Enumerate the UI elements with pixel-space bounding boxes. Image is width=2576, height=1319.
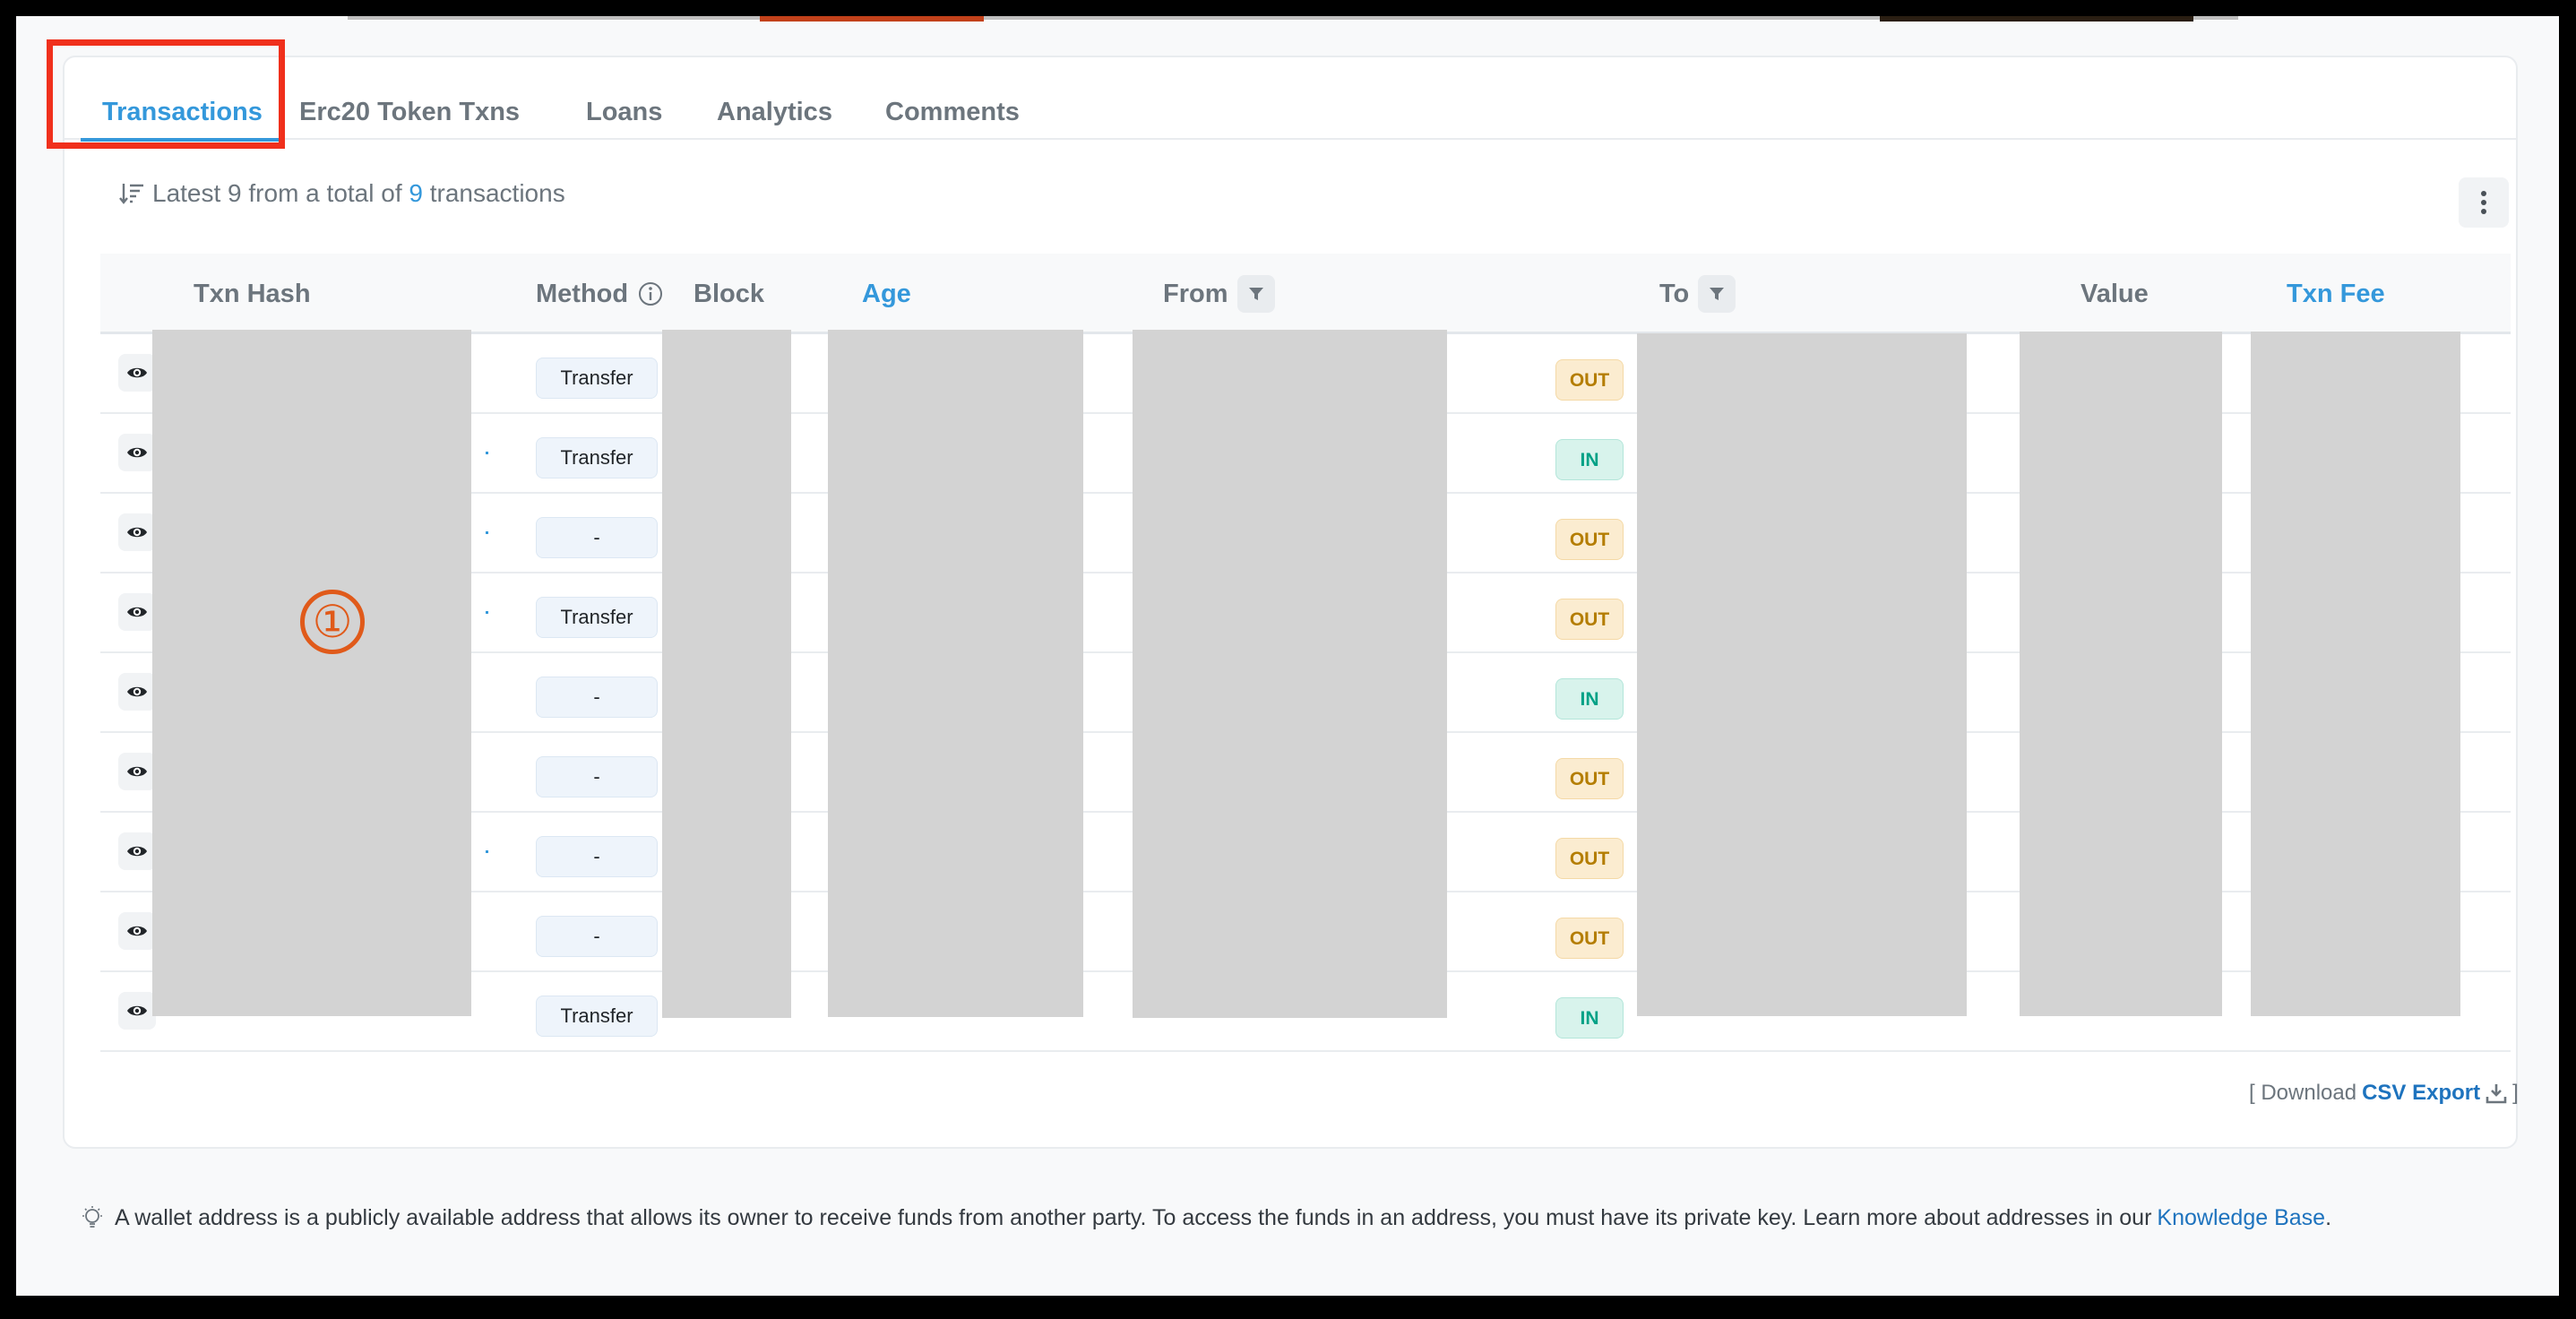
method-badge: Transfer bbox=[536, 996, 658, 1037]
col-from-label: From bbox=[1163, 280, 1228, 308]
csv-export-link[interactable]: CSV Export bbox=[2362, 1081, 2480, 1106]
to-filter-button[interactable] bbox=[1698, 275, 1736, 313]
kebab-dot-icon bbox=[2481, 209, 2486, 214]
col-method: Method bbox=[536, 254, 664, 334]
txn-hash-link[interactable] bbox=[486, 611, 488, 614]
method-badge: - bbox=[536, 916, 658, 957]
col-method-label: Method bbox=[536, 280, 629, 308]
method-badge: Transfer bbox=[536, 437, 658, 478]
direction-badge: OUT bbox=[1555, 838, 1624, 879]
redacted-age bbox=[828, 330, 1083, 1017]
redacted-to bbox=[1637, 333, 1967, 1016]
txn-hash-link[interactable] bbox=[486, 850, 488, 853]
footer-end: . bbox=[2325, 1204, 2332, 1230]
view-details-button[interactable] bbox=[118, 992, 156, 1030]
direction-badge: OUT bbox=[1555, 758, 1624, 799]
eye-icon bbox=[127, 607, 147, 617]
eye-icon bbox=[127, 766, 147, 777]
view-details-button[interactable] bbox=[118, 513, 156, 551]
eye-icon bbox=[127, 367, 147, 378]
tab-bar: Transactions Erc20 Token Txns Loans Anal… bbox=[65, 57, 2516, 142]
col-age[interactable]: Age bbox=[862, 254, 911, 334]
csv-export: [ Download CSV Export ] bbox=[2249, 1081, 2519, 1106]
direction-badge: OUT bbox=[1555, 599, 1624, 640]
direction-badge: IN bbox=[1555, 439, 1624, 480]
download-icon[interactable] bbox=[2486, 1082, 2507, 1104]
tab-erc20-token-txns[interactable]: Erc20 Token Txns bbox=[299, 57, 520, 140]
view-details-button[interactable] bbox=[118, 434, 156, 471]
view-details-button[interactable] bbox=[118, 753, 156, 790]
eye-icon bbox=[127, 1005, 147, 1016]
redacted-block bbox=[662, 330, 791, 1018]
method-badge: - bbox=[536, 836, 658, 877]
view-details-button[interactable] bbox=[118, 912, 156, 950]
method-badge: Transfer bbox=[536, 358, 658, 399]
method-badge: Transfer bbox=[536, 597, 658, 638]
method-badge: - bbox=[536, 677, 658, 718]
lightbulb-icon bbox=[82, 1206, 102, 1228]
col-txn-hash: Txn Hash bbox=[194, 280, 311, 308]
eye-icon bbox=[127, 926, 147, 936]
col-from: From bbox=[1163, 254, 1275, 334]
direction-badge: OUT bbox=[1555, 918, 1624, 959]
csv-close: ] bbox=[2512, 1081, 2519, 1105]
tab-analytics[interactable]: Analytics bbox=[717, 57, 832, 140]
kebab-dot-icon bbox=[2481, 191, 2486, 196]
txn-hash-link[interactable] bbox=[486, 452, 488, 454]
view-details-button[interactable] bbox=[118, 832, 156, 870]
method-badge: - bbox=[536, 517, 658, 558]
txn-hash-link[interactable] bbox=[486, 531, 488, 534]
redacted-value bbox=[2020, 332, 2222, 1016]
table-header: Txn Hash Method Block Age From To Value … bbox=[100, 254, 2511, 334]
direction-badge: OUT bbox=[1555, 359, 1624, 401]
method-badge: - bbox=[536, 756, 658, 797]
csv-open: [ Download bbox=[2249, 1081, 2357, 1105]
eye-icon bbox=[127, 527, 147, 538]
kebab-dot-icon bbox=[2481, 200, 2486, 205]
direction-badge: IN bbox=[1555, 997, 1624, 1039]
more-options-button[interactable] bbox=[2459, 177, 2509, 228]
col-value: Value bbox=[2081, 280, 2149, 308]
view-details-button[interactable] bbox=[118, 354, 156, 392]
banner-image bbox=[760, 16, 984, 22]
footer-text: A wallet address is a publicly available… bbox=[115, 1204, 2152, 1230]
tab-comments[interactable]: Comments bbox=[885, 57, 1020, 140]
summary-count-link[interactable]: 9 bbox=[409, 179, 423, 208]
direction-badge: IN bbox=[1555, 678, 1624, 720]
view-details-button[interactable] bbox=[118, 593, 156, 631]
filter-icon bbox=[1248, 288, 1263, 300]
filter-icon bbox=[1710, 288, 1725, 300]
eye-icon bbox=[127, 447, 147, 458]
summary-suffix: transactions bbox=[429, 179, 565, 207]
col-txn-fee[interactable]: Txn Fee bbox=[2287, 254, 2385, 334]
tab-transactions[interactable]: Transactions bbox=[81, 57, 284, 142]
redacted-txn-hash bbox=[152, 330, 471, 1016]
knowledge-base-link[interactable]: Knowledge Base bbox=[2157, 1205, 2325, 1231]
direction-badge: OUT bbox=[1555, 519, 1624, 560]
annotation-marker: ① bbox=[300, 590, 365, 654]
summary-prefix: Latest 9 from a total of bbox=[152, 179, 402, 207]
banner-image bbox=[1880, 16, 2193, 22]
page-viewport: Transactions Erc20 Token Txns Loans Anal… bbox=[16, 16, 2559, 1296]
redacted-txn-fee bbox=[2251, 332, 2460, 1016]
eye-icon bbox=[127, 686, 147, 697]
col-to: To bbox=[1659, 254, 1736, 334]
col-block: Block bbox=[694, 280, 764, 308]
from-filter-button[interactable] bbox=[1236, 275, 1275, 313]
col-to-label: To bbox=[1659, 280, 1690, 308]
eye-icon bbox=[127, 846, 147, 857]
redacted-from bbox=[1133, 330, 1447, 1018]
sort-desc-icon bbox=[119, 184, 143, 204]
transactions-summary: Latest 9 from a total of 9 transactions bbox=[118, 179, 565, 208]
tab-loans[interactable]: Loans bbox=[586, 57, 662, 140]
info-icon[interactable] bbox=[637, 280, 664, 307]
view-details-button[interactable] bbox=[118, 673, 156, 711]
footer-note: A wallet address is a publicly available… bbox=[79, 1204, 2331, 1231]
